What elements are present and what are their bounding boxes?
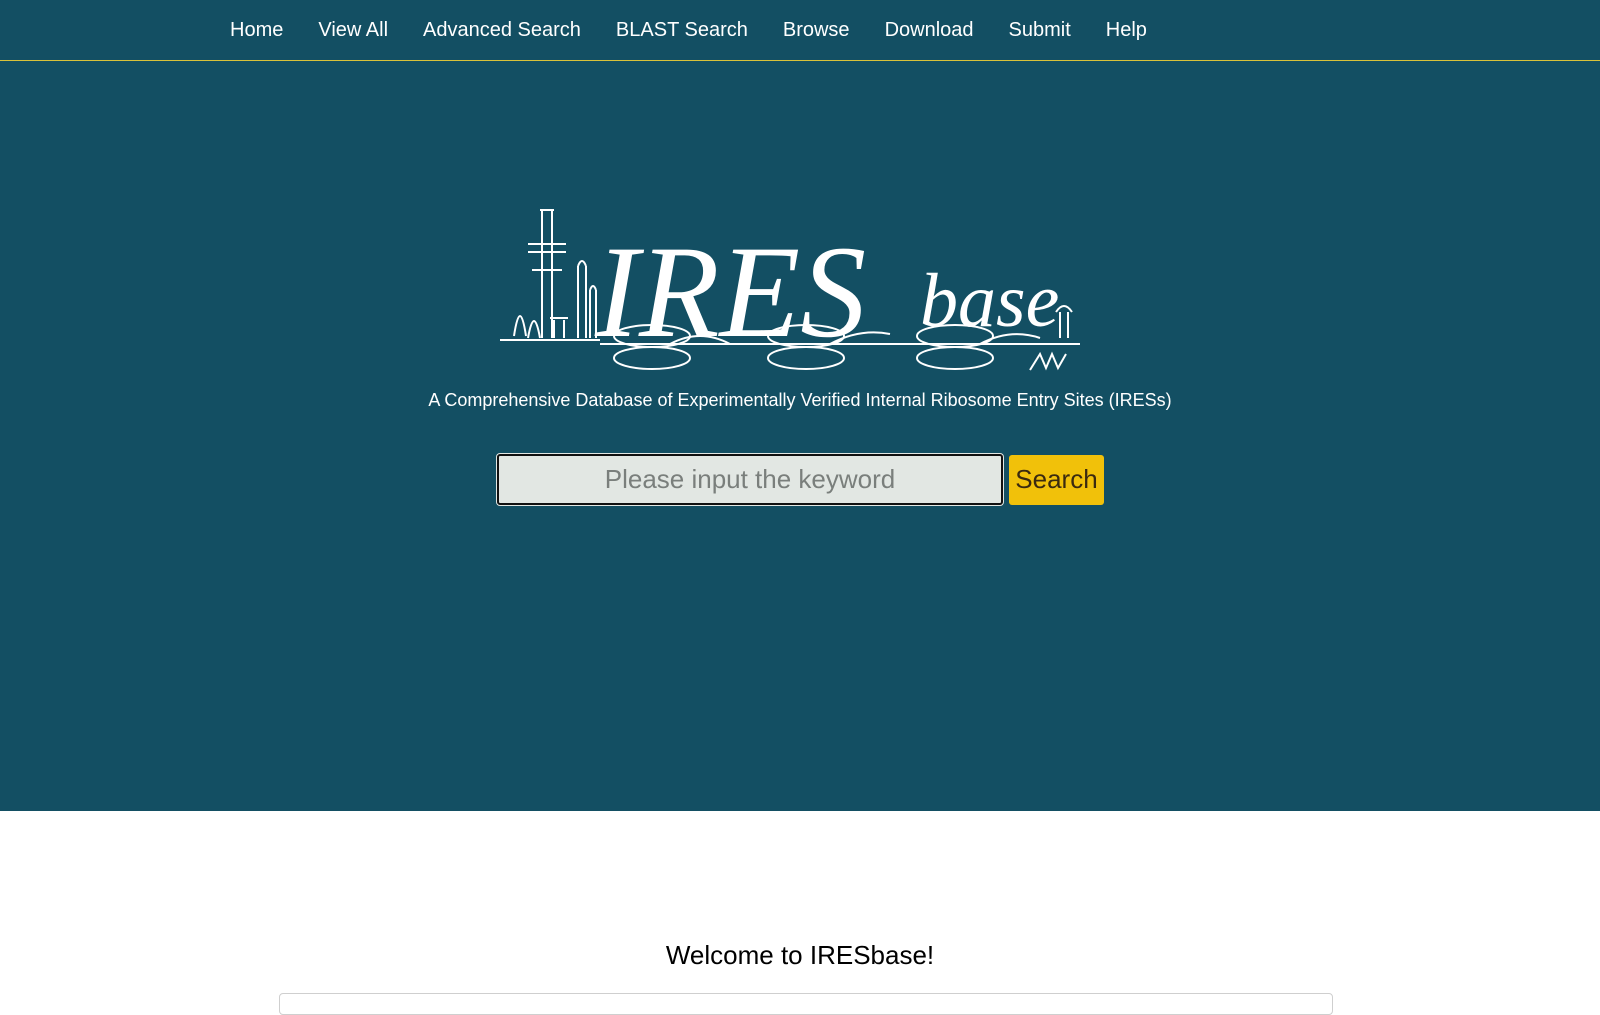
nav-download[interactable]: Download: [885, 19, 974, 42]
hero-section: Home View All Advanced Search BLAST Sear…: [0, 0, 1600, 811]
nav-submit[interactable]: Submit: [1009, 19, 1071, 42]
welcome-heading: Welcome to IRESbase!: [665, 940, 935, 970]
logo-text-ires: IRES: [594, 218, 866, 365]
nav-advanced-search[interactable]: Advanced Search: [423, 19, 581, 42]
top-navbar: Home View All Advanced Search BLAST Sear…: [0, 0, 1600, 61]
nav-view-all[interactable]: View All: [318, 19, 388, 42]
iresbase-logo-graphic: IRES base: [500, 209, 1080, 371]
search-button[interactable]: Search: [1009, 454, 1104, 505]
search-bar: Search: [497, 454, 1104, 505]
tagline: A Comprehensive Database of Experimental…: [428, 390, 1172, 410]
nav-blast-search[interactable]: BLAST Search: [616, 19, 748, 42]
search-input[interactable]: [497, 454, 1003, 505]
nav-home[interactable]: Home: [230, 19, 283, 42]
nav-browse[interactable]: Browse: [783, 19, 850, 42]
content-panel: [279, 993, 1333, 1015]
logo-text-base: base: [920, 259, 1059, 343]
iresbase-logo: IRES base: [500, 208, 1100, 383]
nav-menu: Home View All Advanced Search BLAST Sear…: [230, 0, 1182, 60]
nav-help[interactable]: Help: [1106, 19, 1147, 42]
